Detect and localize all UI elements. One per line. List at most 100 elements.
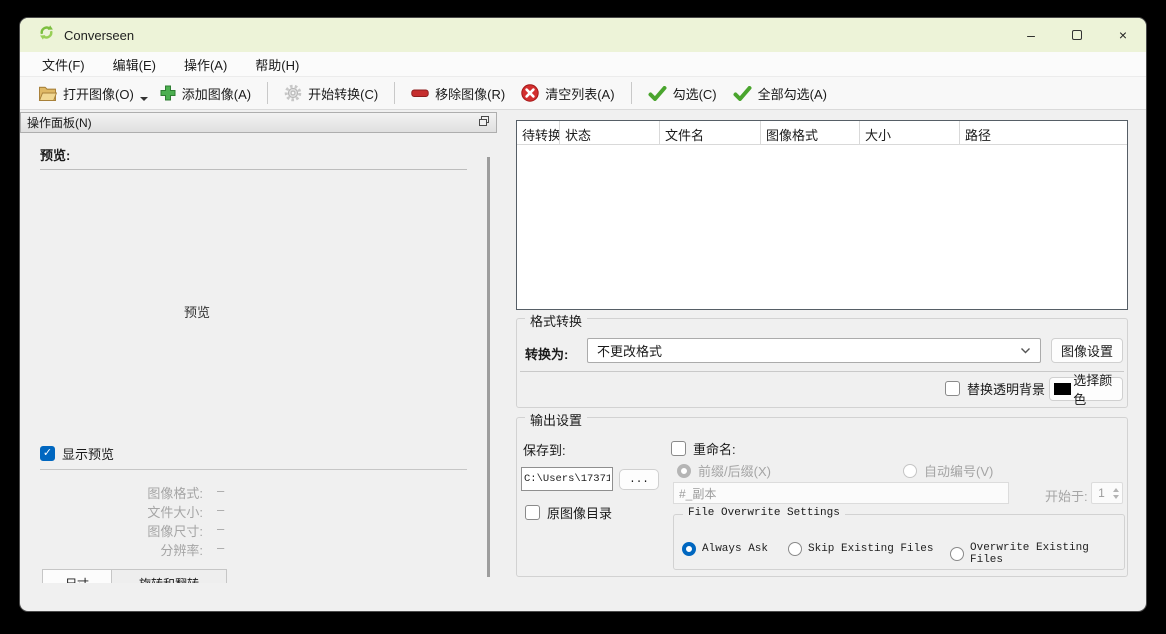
spinner-up-icon[interactable] <box>1113 488 1119 492</box>
auto-number-radio[interactable]: 自动编号(V) <box>903 461 993 480</box>
start-conversion-label: 开始转换(C) <box>308 84 378 103</box>
checkbox-unchecked-icon[interactable] <box>671 441 686 456</box>
auto-number-label: 自动编号(V) <box>924 461 993 480</box>
menu-file[interactable]: 文件(F) <box>32 52 95 77</box>
choose-color-label: 选择颜色 <box>1073 370 1118 408</box>
prefix-suffix-radio[interactable]: 前缀/后缀(X) <box>677 461 771 480</box>
info-row-format: 图像格式: – <box>40 483 224 502</box>
radio-unselected-icon[interactable] <box>950 547 964 561</box>
format-group-title: 格式转换 <box>525 311 587 330</box>
add-image-icon <box>160 85 176 101</box>
remove-images-button[interactable]: 移除图像(R) <box>403 79 513 108</box>
color-swatch <box>1054 383 1071 395</box>
always-ask-radio[interactable]: Always Ask <box>682 542 768 556</box>
format-combobox[interactable]: 不更改格式 <box>587 338 1041 363</box>
clear-list-icon <box>521 84 539 102</box>
check-button[interactable]: 勾选(C) <box>640 79 725 108</box>
rename-checkbox[interactable]: 重命名: <box>671 439 736 458</box>
spinner-down-icon[interactable] <box>1113 495 1119 499</box>
divider <box>40 469 467 470</box>
toolbar-separator <box>631 82 632 104</box>
convert-to-label: 转换为: <box>525 344 568 363</box>
col-header-status[interactable]: 状态 <box>560 121 660 144</box>
skip-existing-label: Skip Existing Files <box>808 543 933 555</box>
format-combobox-value: 不更改格式 <box>597 341 662 360</box>
info-label: 文件大小: <box>40 502 203 521</box>
float-panel-icon[interactable] <box>478 115 490 130</box>
minimize-button[interactable]: – <box>1008 18 1054 52</box>
open-dropdown-caret-icon[interactable] <box>140 97 148 101</box>
radio-selected-disabled-icon[interactable] <box>677 464 691 478</box>
toolbar: 打开图像(O) 添加图像(A) 开始转换(C) <box>20 77 1146 110</box>
file-list-table[interactable]: 待转换 状态 文件名 图像格式 大小 路径 <box>516 120 1128 310</box>
check-all-label: 全部勾选(A) <box>758 84 827 103</box>
col-header-to-convert[interactable]: 待转换 <box>517 121 560 144</box>
actions-panel-title: 操作面板(N) <box>27 114 92 131</box>
choose-color-button[interactable]: 选择颜色 <box>1049 377 1123 401</box>
actions-panel-header[interactable]: 操作面板(N) <box>20 112 497 133</box>
close-button[interactable]: × <box>1100 18 1146 52</box>
clear-list-button[interactable]: 清空列表(A) <box>513 79 622 108</box>
check-all-button[interactable]: 全部勾选(A) <box>725 79 835 108</box>
file-overwrite-group: File Overwrite Settings Always Ask Skip … <box>673 514 1125 570</box>
maximize-button[interactable] <box>1054 18 1100 52</box>
checkbox-unchecked-icon[interactable] <box>945 381 960 396</box>
titlebar[interactable]: Converseen – × <box>20 18 1146 52</box>
menubar: 文件(F) 编辑(E) 操作(A) 帮助(H) <box>20 52 1146 77</box>
checkbox-unchecked-icon[interactable] <box>525 505 540 520</box>
start-at-spinner[interactable]: 1 <box>1091 482 1123 504</box>
toolbar-separator <box>394 82 395 104</box>
source-directory-label: 原图像目录 <box>547 503 612 522</box>
open-images-label: 打开图像(O) <box>63 84 134 103</box>
checkbox-checked-icon[interactable] <box>40 446 55 461</box>
overwrite-existing-radio[interactable]: Overwrite Existing Files <box>950 542 1124 566</box>
info-row-resolution: 分辨率: – <box>40 540 224 559</box>
col-header-format[interactable]: 图像格式 <box>761 121 860 144</box>
panel-scrollbar[interactable] <box>487 157 490 577</box>
overwrite-existing-label: Overwrite Existing Files <box>970 542 1124 566</box>
maximize-icon <box>1072 30 1082 40</box>
info-label: 分辨率: <box>40 540 203 559</box>
add-images-button[interactable]: 添加图像(A) <box>152 79 259 108</box>
menu-actions[interactable]: 操作(A) <box>174 52 237 77</box>
replace-background-checkbox[interactable]: 替换透明背景 <box>945 379 1045 398</box>
info-value: – <box>217 521 224 540</box>
browse-button[interactable]: ... <box>619 469 659 490</box>
open-images-button[interactable]: 打开图像(O) <box>30 79 142 108</box>
tab-dimensions[interactable]: 尺寸 <box>42 569 112 583</box>
divider <box>520 371 1124 372</box>
info-label: 图像格式: <box>40 483 203 502</box>
image-settings-button[interactable]: 图像设置 <box>1051 338 1123 363</box>
panel-tabs: 尺寸 旋转和翻转 <box>42 569 227 583</box>
menu-edit[interactable]: 编辑(E) <box>103 52 166 77</box>
radio-unselected-icon[interactable] <box>788 542 802 556</box>
radio-unselected-disabled-icon[interactable] <box>903 464 917 478</box>
start-conversion-button[interactable]: 开始转换(C) <box>276 79 386 108</box>
open-image-icon <box>38 85 57 101</box>
col-header-size[interactable]: 大小 <box>860 121 960 144</box>
check-icon <box>648 86 667 101</box>
show-preview-checkbox[interactable]: 显示预览 <box>40 444 114 463</box>
output-group-title: 输出设置 <box>525 410 587 429</box>
prefix-suffix-label: 前缀/后缀(X) <box>698 461 771 480</box>
col-header-filename[interactable]: 文件名 <box>660 121 761 144</box>
tab-rotate-flip[interactable]: 旋转和翻转 <box>112 569 227 583</box>
col-header-path[interactable]: 路径 <box>960 121 1127 144</box>
source-directory-checkbox[interactable]: 原图像目录 <box>525 503 612 522</box>
app-icon <box>38 24 55 46</box>
save-path-input[interactable] <box>521 467 613 491</box>
skip-existing-radio[interactable]: Skip Existing Files <box>788 542 933 556</box>
rename-pattern-input[interactable] <box>673 482 1009 504</box>
preview-label: 预览: <box>40 145 70 164</box>
save-to-label: 保存到: <box>523 440 566 459</box>
window-title: Converseen <box>64 28 134 43</box>
actions-panel: 预览: 预览 显示预览 图像格式: – 文件大小: – 图像尺寸: – 分辨率:… <box>20 133 497 583</box>
format-conversion-group: 格式转换 转换为: 不更改格式 图像设置 替换透明背景 选择颜色 <box>516 318 1128 408</box>
menu-help[interactable]: 帮助(H) <box>245 52 309 77</box>
info-row-dimensions: 图像尺寸: – <box>40 521 224 540</box>
radio-selected-icon[interactable] <box>682 542 696 556</box>
app-window: Converseen – × 文件(F) 编辑(E) 操作(A) 帮助(H) 打… <box>20 18 1146 611</box>
output-settings-group: 输出设置 保存到: ... 原图像目录 重命名: 前缀/后缀(X) 自动编号(V… <box>516 417 1128 577</box>
rename-label: 重命名: <box>693 439 736 458</box>
info-value: – <box>217 483 224 502</box>
